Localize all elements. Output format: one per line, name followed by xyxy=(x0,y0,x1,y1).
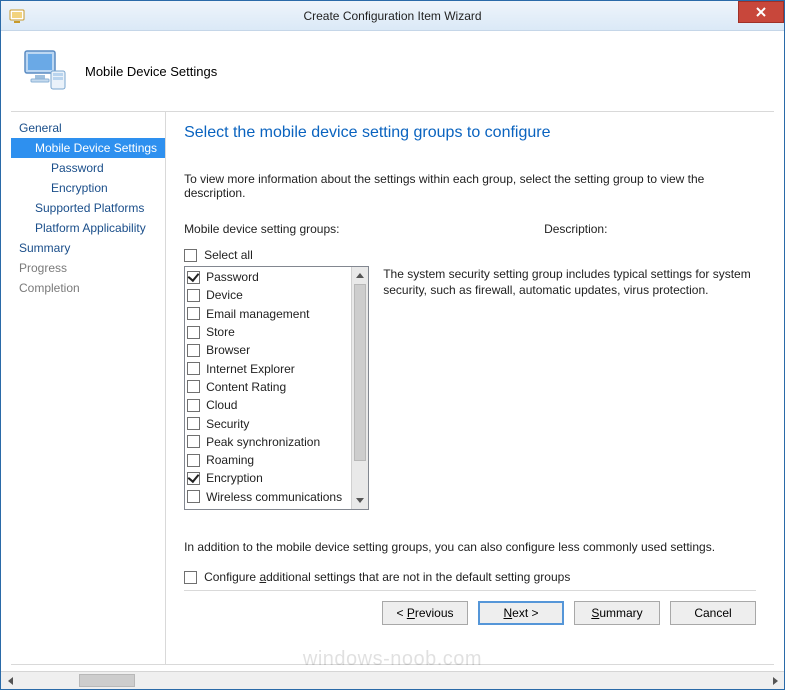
group-label-roaming[interactable]: Roaming xyxy=(206,453,254,467)
nav-item-supported-platforms[interactable]: Supported Platforms xyxy=(11,198,165,218)
group-item-internet-explorer[interactable]: Internet Explorer xyxy=(187,359,349,377)
group-item-peak-synchronization[interactable]: Peak synchronization xyxy=(187,433,349,451)
group-item-store[interactable]: Store xyxy=(187,323,349,341)
group-label-content-rating[interactable]: Content Rating xyxy=(206,380,286,394)
titlebar: Create Configuration Item Wizard xyxy=(1,1,784,31)
window-title: Create Configuration Item Wizard xyxy=(303,9,481,23)
previous-button[interactable]: < Previous xyxy=(382,601,468,625)
nav-item-password[interactable]: Password xyxy=(11,158,165,178)
group-label-security[interactable]: Security xyxy=(206,417,249,431)
group-label-peak-synchronization[interactable]: Peak synchronization xyxy=(206,435,320,449)
summary-button[interactable]: Summary xyxy=(574,601,660,625)
select-all-checkbox[interactable] xyxy=(184,249,197,262)
scroll-track[interactable] xyxy=(352,284,368,492)
hscroll-left-icon[interactable] xyxy=(1,672,19,689)
group-label-browser[interactable]: Browser xyxy=(206,343,250,357)
group-checkbox-security[interactable] xyxy=(187,417,200,430)
configure-additional-row: Configure additional settings that are n… xyxy=(184,570,756,584)
intro-text: To view more information about the setti… xyxy=(184,172,756,200)
scroll-thumb[interactable] xyxy=(354,284,366,461)
group-item-security[interactable]: Security xyxy=(187,414,349,432)
groups-label: Mobile device setting groups: xyxy=(184,222,544,236)
nav-item-progress: Progress xyxy=(11,258,165,278)
group-label-email-management[interactable]: Email management xyxy=(206,307,309,321)
select-all-row: Select all xyxy=(184,248,756,262)
cancel-button[interactable]: Cancel xyxy=(670,601,756,625)
group-item-encryption[interactable]: Encryption xyxy=(187,469,349,487)
nav-item-summary[interactable]: Summary xyxy=(11,238,165,258)
hscroll-thumb[interactable] xyxy=(79,674,135,687)
nav-item-completion: Completion xyxy=(11,278,165,298)
computer-icon xyxy=(21,47,69,95)
scroll-down-icon[interactable] xyxy=(352,492,368,509)
group-checkbox-content-rating[interactable] xyxy=(187,380,200,393)
next-button[interactable]: Next > xyxy=(478,601,564,625)
group-checkbox-email-management[interactable] xyxy=(187,307,200,320)
nav-item-general[interactable]: General xyxy=(11,118,165,138)
window-hscrollbar[interactable] xyxy=(1,671,784,689)
description-label: Description: xyxy=(544,222,756,236)
group-label-encryption[interactable]: Encryption xyxy=(206,471,263,485)
group-checkbox-password[interactable] xyxy=(187,271,200,284)
configure-additional-checkbox[interactable] xyxy=(184,571,197,584)
group-checkbox-encryption[interactable] xyxy=(187,472,200,485)
group-checkbox-store[interactable] xyxy=(187,326,200,339)
group-checkbox-internet-explorer[interactable] xyxy=(187,362,200,375)
column-labels: Mobile device setting groups: Descriptio… xyxy=(184,222,756,236)
group-checkbox-wireless-communications[interactable] xyxy=(187,490,200,503)
groups-listbox[interactable]: Password Device Email management Store Brows… xyxy=(184,266,369,510)
group-checkbox-device[interactable] xyxy=(187,289,200,302)
group-label-device[interactable]: Device xyxy=(206,288,243,302)
group-item-device[interactable]: Device xyxy=(187,286,349,304)
group-label-wireless-communications[interactable]: Wireless communications xyxy=(206,490,342,504)
banner: Mobile Device Settings xyxy=(11,41,774,111)
groups-listbox-items: Password Device Email management Store Brows… xyxy=(185,267,351,509)
group-label-internet-explorer[interactable]: Internet Explorer xyxy=(206,362,295,376)
wizard-window: Create Configuration Item Wizard xyxy=(0,0,785,690)
select-all-label[interactable]: Select all xyxy=(204,248,253,262)
nav-item-platform-applicability[interactable]: Platform Applicability xyxy=(11,218,165,238)
group-item-cloud[interactable]: Cloud xyxy=(187,396,349,414)
close-icon xyxy=(756,7,766,17)
group-label-password[interactable]: Password xyxy=(206,270,259,284)
main-split: GeneralMobile Device SettingsPasswordEnc… xyxy=(11,111,774,665)
hscroll-right-icon[interactable] xyxy=(766,672,784,689)
configure-additional-label[interactable]: Configure additional settings that are n… xyxy=(204,570,570,584)
content-heading: Select the mobile device setting groups … xyxy=(184,124,756,142)
group-item-content-rating[interactable]: Content Rating xyxy=(187,378,349,396)
footer-buttons: < Previous Next > Summary Cancel xyxy=(184,590,756,625)
group-item-password[interactable]: Password xyxy=(187,268,349,286)
page-title: Mobile Device Settings xyxy=(85,64,217,79)
nav-item-mobile-device-settings[interactable]: Mobile Device Settings xyxy=(11,138,165,158)
close-button[interactable] xyxy=(738,1,784,23)
group-label-store[interactable]: Store xyxy=(206,325,235,339)
scroll-up-icon[interactable] xyxy=(352,267,368,284)
groups-scrollbar[interactable] xyxy=(351,267,368,509)
group-item-browser[interactable]: Browser xyxy=(187,341,349,359)
group-item-email-management[interactable]: Email management xyxy=(187,305,349,323)
content-pane: Select the mobile device setting groups … xyxy=(165,111,774,665)
group-label-cloud[interactable]: Cloud xyxy=(206,398,237,412)
body-area: Mobile Device Settings GeneralMobile Dev… xyxy=(1,31,784,671)
hscroll-track[interactable] xyxy=(19,672,766,689)
group-checkbox-roaming[interactable] xyxy=(187,454,200,467)
group-checkbox-browser[interactable] xyxy=(187,344,200,357)
groups-row: Password Device Email management Store Brows… xyxy=(184,266,756,510)
group-item-wireless-communications[interactable]: Wireless communications xyxy=(187,488,349,506)
app-icon xyxy=(9,8,25,24)
nav-item-encryption[interactable]: Encryption xyxy=(11,178,165,198)
description-text: The system security setting group includ… xyxy=(383,266,756,298)
group-checkbox-cloud[interactable] xyxy=(187,399,200,412)
group-checkbox-peak-synchronization[interactable] xyxy=(187,435,200,448)
addition-note: In addition to the mobile device setting… xyxy=(184,540,756,554)
wizard-nav: GeneralMobile Device SettingsPasswordEnc… xyxy=(11,111,165,665)
group-item-roaming[interactable]: Roaming xyxy=(187,451,349,469)
